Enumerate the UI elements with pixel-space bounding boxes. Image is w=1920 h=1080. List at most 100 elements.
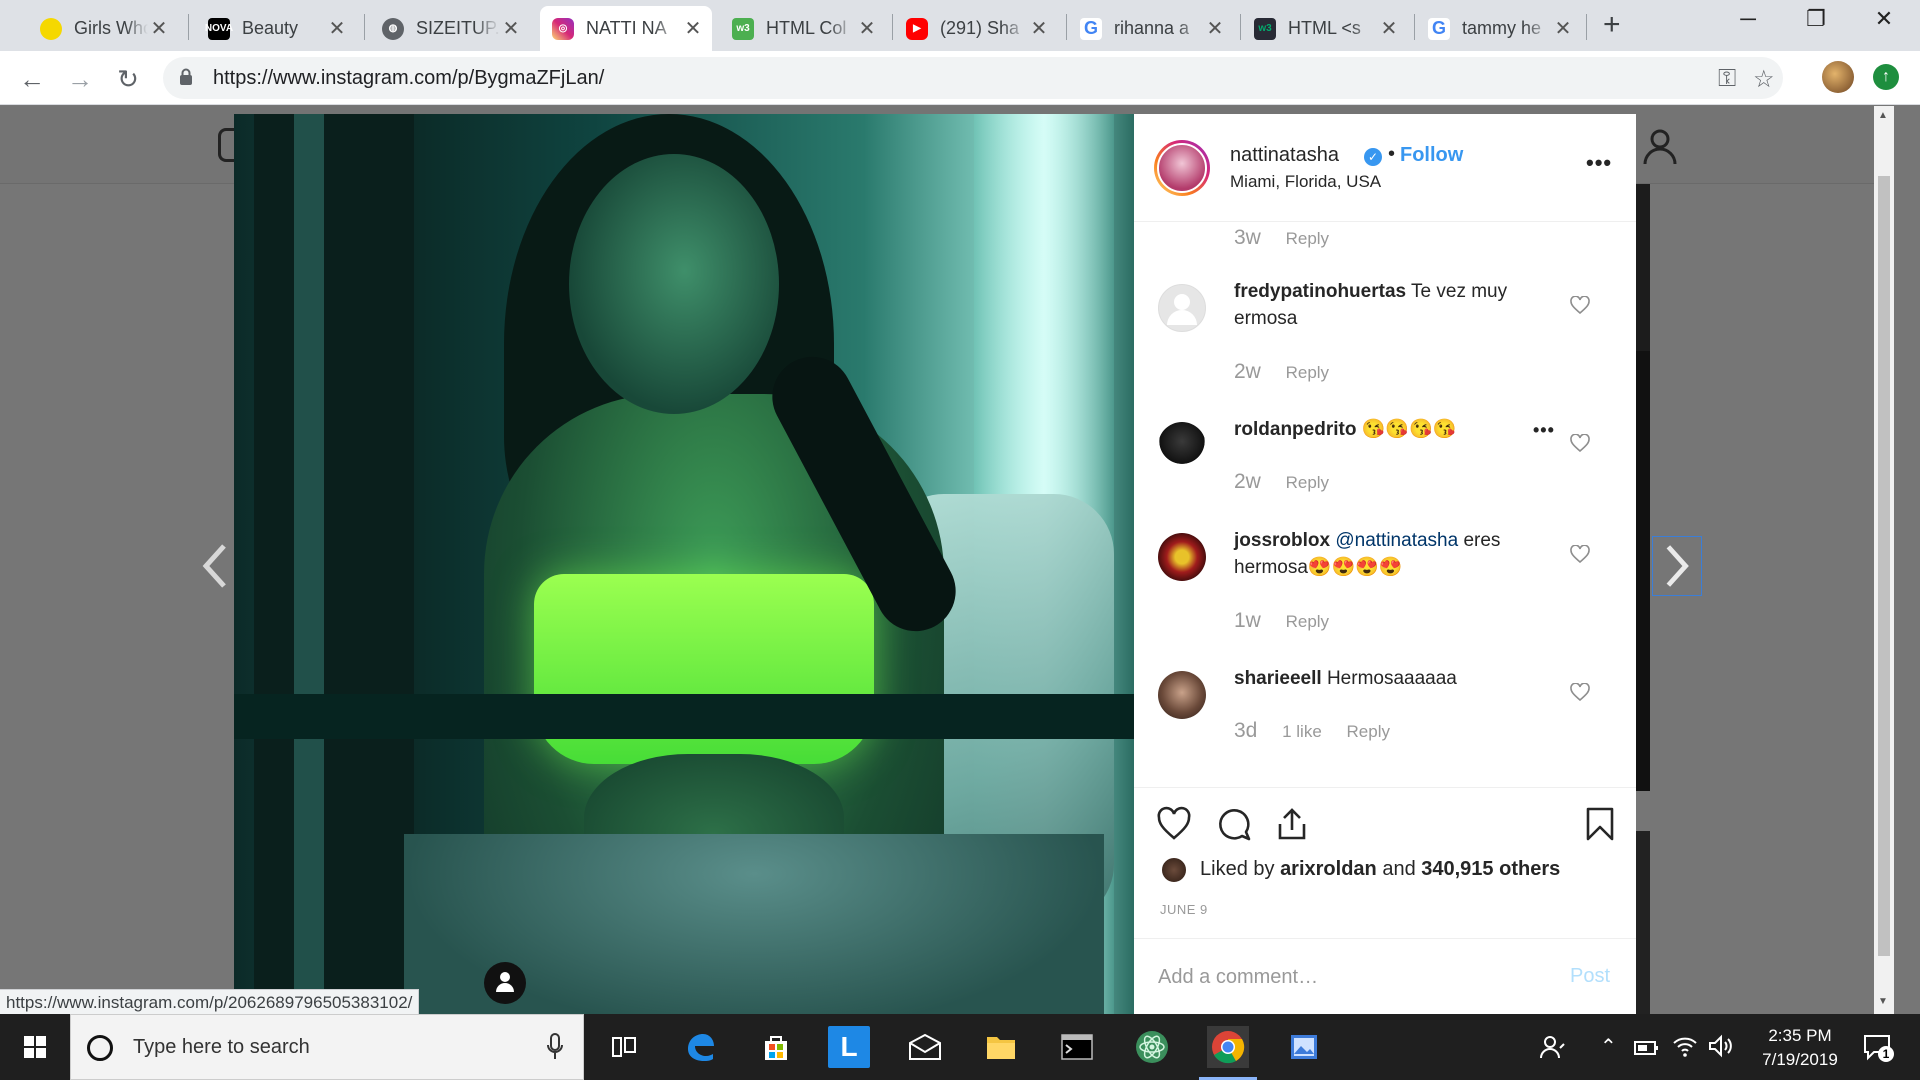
commenter-avatar[interactable]: [1158, 422, 1206, 470]
close-icon[interactable]: ✕: [682, 16, 704, 41]
close-icon[interactable]: ✕: [326, 16, 348, 41]
key-icon[interactable]: ⚿: [1718, 65, 1736, 93]
reply-button[interactable]: Reply: [1347, 722, 1390, 741]
reply-button[interactable]: Reply: [1286, 363, 1329, 382]
edge-browser-icon[interactable]: [679, 1026, 721, 1068]
forward-button[interactable]: →: [62, 61, 98, 97]
close-icon[interactable]: ✕: [1028, 16, 1050, 41]
microsoft-store-icon[interactable]: [755, 1026, 797, 1068]
reply-button[interactable]: Reply: [1286, 473, 1329, 492]
terminal-icon[interactable]: [1056, 1026, 1098, 1068]
tab-youtube[interactable]: ▶ (291) Sha ✕: [894, 6, 1058, 51]
close-icon[interactable]: ✕: [1552, 16, 1574, 41]
comment-age[interactable]: 3w: [1234, 226, 1261, 249]
file-explorer-icon[interactable]: [980, 1026, 1022, 1068]
tab-natti-natasha[interactable]: ◎ NATTI NA ✕: [540, 6, 712, 51]
heart-icon[interactable]: [1570, 434, 1590, 452]
atom-editor-icon[interactable]: [1131, 1026, 1173, 1068]
post-location[interactable]: Miami, Florida, USA: [1230, 172, 1381, 192]
share-icon[interactable]: [1274, 806, 1310, 842]
more-options-button[interactable]: •••: [1586, 150, 1612, 176]
scrollbar-thumb[interactable]: [1878, 176, 1890, 956]
heart-icon[interactable]: [1570, 683, 1590, 701]
liker-avatar[interactable]: [1160, 856, 1188, 884]
heart-icon[interactable]: [1570, 296, 1590, 314]
comment-age[interactable]: 2w: [1234, 360, 1261, 383]
close-icon[interactable]: ✕: [856, 16, 878, 41]
tab-html-colors[interactable]: w3 HTML Col ✕: [720, 6, 886, 51]
post-date[interactable]: JUNE 9: [1160, 902, 1208, 917]
l-app-icon[interactable]: L: [828, 1026, 870, 1068]
post-comment-button[interactable]: Post: [1570, 965, 1610, 988]
address-bar[interactable]: https://www.instagram.com/p/BygmaZFjLan/…: [163, 57, 1783, 99]
people-icon[interactable]: [1540, 1034, 1566, 1060]
update-icon[interactable]: ↑: [1873, 64, 1899, 90]
new-tab-button[interactable]: +: [1603, 10, 1621, 40]
scroll-up-arrow-icon[interactable]: ▲: [1878, 110, 1888, 121]
comment-age[interactable]: 1w: [1234, 609, 1261, 632]
taskbar-search-box[interactable]: Type here to search: [70, 1014, 584, 1080]
commenter-username[interactable]: fredypatinohuertas: [1234, 281, 1406, 302]
comment-likes[interactable]: 1 like: [1282, 722, 1322, 741]
close-icon[interactable]: ✕: [1378, 16, 1400, 41]
close-icon[interactable]: ✕: [1204, 16, 1226, 41]
cortana-icon[interactable]: [87, 1035, 113, 1061]
commenter-avatar[interactable]: [1158, 533, 1206, 581]
battery-icon[interactable]: [1634, 1038, 1660, 1058]
comment-mention[interactable]: @nattinatasha: [1335, 530, 1458, 551]
liked-by-count[interactable]: 340,915 others: [1421, 858, 1560, 880]
follow-button[interactable]: Follow: [1400, 144, 1463, 167]
comment-bubble-icon[interactable]: [1216, 806, 1252, 842]
commenter-username[interactable]: sharieeell: [1234, 668, 1322, 689]
like-heart-icon[interactable]: [1156, 806, 1192, 842]
comment-age[interactable]: 3d: [1234, 719, 1257, 742]
reload-button[interactable]: ↻: [110, 61, 146, 97]
post-author-avatar[interactable]: [1154, 140, 1210, 196]
close-window-button[interactable]: ✕: [1854, 6, 1914, 32]
liked-by-user[interactable]: arixroldan: [1280, 858, 1377, 880]
commenter-avatar[interactable]: [1158, 284, 1206, 332]
close-icon[interactable]: ✕: [500, 16, 522, 41]
scroll-down-arrow-icon[interactable]: ▼: [1878, 996, 1888, 1007]
user-tag-icon[interactable]: [484, 962, 526, 1004]
add-comment-input[interactable]: [1158, 957, 1538, 997]
tab-google-rihanna[interactable]: G rihanna a ✕: [1068, 6, 1234, 51]
windows-start-icon[interactable]: [0, 1014, 70, 1080]
microphone-icon[interactable]: [547, 1033, 563, 1061]
task-view-icon[interactable]: [603, 1026, 645, 1068]
carousel-next-icon[interactable]: [1652, 536, 1702, 596]
tab-sizeitup[interactable]: ◍ SIZEITUP. ✕: [370, 6, 530, 51]
url-text[interactable]: https://www.instagram.com/p/BygmaZFjLan/: [213, 67, 604, 90]
tab-beauty[interactable]: NOVA Beauty ✕: [196, 6, 356, 51]
page-scrollbar[interactable]: ▲ ▼: [1874, 106, 1894, 1014]
comment-age[interactable]: 2w: [1234, 470, 1261, 493]
tab-google-tammy[interactable]: G tammy he ✕: [1416, 6, 1582, 51]
image-viewer-icon[interactable]: [1283, 1026, 1325, 1068]
reply-button[interactable]: Reply: [1286, 612, 1329, 631]
commenter-avatar[interactable]: [1158, 671, 1206, 719]
back-button[interactable]: ←: [14, 61, 50, 97]
comment-more-options-button[interactable]: •••: [1533, 420, 1555, 441]
commenter-username[interactable]: jossroblox: [1234, 530, 1330, 551]
mail-icon[interactable]: [904, 1026, 946, 1068]
save-bookmark-icon[interactable]: [1582, 806, 1618, 842]
chrome-icon[interactable]: [1199, 1026, 1257, 1080]
minimize-button[interactable]: ─: [1718, 6, 1778, 32]
taskbar-clock[interactable]: 2:35 PM 7/19/2019: [1740, 1024, 1860, 1072]
wifi-icon[interactable]: [1672, 1034, 1698, 1058]
carousel-prev-icon[interactable]: [190, 536, 240, 596]
post-author-username[interactable]: nattinatasha: [1230, 144, 1339, 167]
reply-button[interactable]: Reply: [1286, 229, 1329, 248]
chevron-up-icon[interactable]: ⌃: [1600, 1034, 1617, 1059]
close-icon[interactable]: ✕: [148, 16, 170, 41]
volume-icon[interactable]: [1708, 1034, 1734, 1058]
tab-girls-who-code[interactable]: Girls Who ✕: [28, 6, 178, 51]
action-center-icon[interactable]: 1: [1862, 1032, 1894, 1062]
heart-icon[interactable]: [1570, 545, 1590, 563]
restore-button[interactable]: ❐: [1786, 6, 1846, 32]
profile-avatar[interactable]: [1822, 61, 1854, 93]
post-image[interactable]: [234, 114, 1134, 1014]
commenter-username[interactable]: roldanpedrito: [1234, 419, 1356, 440]
tab-html-script[interactable]: w3 HTML <s ✕: [1242, 6, 1408, 51]
bookmark-star-icon[interactable]: ☆: [1753, 65, 1775, 94]
